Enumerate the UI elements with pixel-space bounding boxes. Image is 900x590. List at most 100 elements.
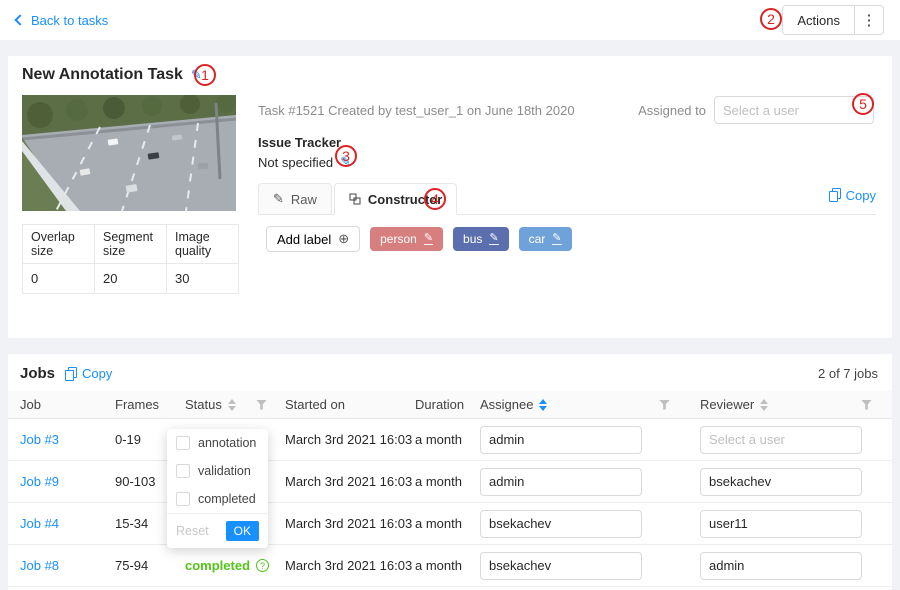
jobs-title: Jobs	[20, 365, 55, 382]
status-filter-icon[interactable]	[256, 400, 267, 410]
chevron-left-icon	[14, 14, 25, 25]
assignee-input[interactable]	[480, 510, 642, 538]
copy-label: Copy	[82, 366, 112, 381]
column-reviewer[interactable]: Reviewer	[700, 397, 880, 412]
labels-row: Add label ⊕ person ✎ bus ✎ car ✎	[266, 226, 572, 252]
filter-option-label: validation	[198, 464, 251, 478]
label-chip-name: person	[380, 232, 417, 246]
label-chip-name: bus	[463, 232, 482, 246]
column-job: Job	[20, 397, 115, 412]
label-chip-bus[interactable]: bus ✎	[453, 227, 509, 251]
labels-tabs-bar: ✎ Raw Constructor Copy	[258, 182, 876, 215]
tab-raw-label: Raw	[291, 192, 317, 207]
edit-label-icon[interactable]: ✎	[424, 233, 433, 245]
assignee-input[interactable]	[480, 552, 642, 580]
assignee-filter-icon[interactable]	[659, 400, 670, 410]
reviewer-input[interactable]	[700, 426, 862, 454]
jobs-card: Jobs Copy 2 of 7 jobs Job Frames Status …	[8, 354, 892, 590]
assigned-to-group: Assigned to	[638, 96, 874, 124]
duration-cell: a month	[415, 474, 480, 489]
table-row: Job #4 15-34 March 3rd 2021 16:03 a mont…	[8, 503, 892, 545]
reviewer-input[interactable]	[700, 552, 862, 580]
actions-button-group[interactable]: Actions ⋮	[782, 5, 884, 35]
assignee-sorter-icon[interactable]	[539, 399, 547, 411]
filter-option-annotation[interactable]: annotation	[167, 429, 268, 457]
image-quality-header: Image quality	[167, 225, 239, 264]
label-chip-name: car	[529, 232, 546, 246]
back-to-tasks-link[interactable]: Back to tasks	[16, 13, 108, 28]
edit-label-icon[interactable]: ✎	[489, 233, 498, 245]
column-started-on: Started on	[285, 397, 415, 412]
label-chip-car[interactable]: car ✎	[519, 227, 572, 251]
column-assignee-label: Assignee	[480, 397, 533, 412]
plus-circle-icon: ⊕	[338, 231, 349, 247]
actions-button[interactable]: Actions	[783, 13, 854, 28]
annotation-marker-2: 2	[760, 8, 782, 30]
assignee-cell	[480, 468, 700, 496]
filter-ok-button[interactable]: OK	[226, 521, 259, 541]
job-link[interactable]: Job #3	[20, 432, 115, 447]
reviewer-input[interactable]	[700, 468, 862, 496]
copy-label: Copy	[846, 188, 876, 203]
road-scene-illustration	[22, 95, 236, 211]
reviewer-cell	[700, 510, 880, 538]
segment-size-value: 20	[95, 264, 167, 294]
copy-jobs-link[interactable]: Copy	[65, 366, 112, 381]
question-circle-icon[interactable]: ?	[256, 559, 269, 572]
job-link[interactable]: Job #8	[20, 558, 115, 573]
more-menu-icon[interactable]: ⋮	[855, 11, 883, 29]
reviewer-cell	[700, 426, 880, 454]
label-chip-person[interactable]: person ✎	[370, 227, 443, 251]
column-status[interactable]: Status	[185, 397, 285, 412]
table-row: Job #8 75-94 completed ? March 3rd 2021 …	[8, 545, 892, 587]
checkbox-unchecked[interactable]	[176, 436, 190, 450]
task-page: Back to tasks Actions ⋮ New Annotation T…	[0, 0, 900, 590]
filter-option-label: annotation	[198, 436, 256, 450]
duration-cell: a month	[415, 558, 480, 573]
status-cell: completed ?	[185, 558, 285, 573]
task-assignee-input[interactable]	[714, 96, 874, 124]
status-text: completed	[185, 558, 250, 573]
tab-raw[interactable]: ✎ Raw	[258, 183, 332, 215]
duration-cell: a month	[415, 432, 480, 447]
pencil-icon: ✎	[273, 191, 284, 207]
column-frames: Frames	[115, 397, 185, 412]
column-assignee[interactable]: Assignee	[480, 397, 700, 412]
assignee-input[interactable]	[480, 468, 642, 496]
jobs-title-row: Jobs Copy 2 of 7 jobs	[8, 354, 892, 391]
params-value-row: 0 20 30	[23, 264, 239, 294]
overlap-size-header: Overlap size	[23, 225, 95, 264]
reviewer-cell	[700, 552, 880, 580]
task-title-row: New Annotation Task ✎	[22, 66, 202, 84]
assignee-input[interactable]	[480, 426, 642, 454]
reviewer-cell	[700, 468, 880, 496]
params-header-row: Overlap size Segment size Image quality	[23, 225, 239, 264]
task-details-card: New Annotation Task ✎	[8, 56, 892, 338]
task-meta-row: Task #1521 Created by test_user_1 on Jun…	[258, 96, 874, 124]
filter-option-validation[interactable]: validation	[167, 457, 268, 485]
started-cell: March 3rd 2021 16:03	[285, 558, 415, 573]
checkbox-unchecked[interactable]	[176, 464, 190, 478]
edit-label-icon[interactable]: ✎	[552, 233, 561, 245]
assignee-cell	[480, 426, 700, 454]
frames-cell: 75-94	[115, 558, 185, 573]
reviewer-filter-icon[interactable]	[861, 400, 872, 410]
filter-reset-button[interactable]: Reset	[176, 524, 209, 538]
duration-cell: a month	[415, 516, 480, 531]
task-title: New Annotation Task	[22, 66, 183, 84]
annotation-marker-4: 4	[424, 188, 446, 210]
overlap-size-value: 0	[23, 264, 95, 294]
assignee-cell	[480, 552, 700, 580]
started-cell: March 3rd 2021 16:03	[285, 432, 415, 447]
table-row: Job #9 90-103 March 3rd 2021 16:03 a mon…	[8, 461, 892, 503]
annotation-marker-5: 5	[852, 93, 874, 115]
copy-labels-link[interactable]: Copy	[829, 188, 876, 203]
job-link[interactable]: Job #4	[20, 516, 115, 531]
add-label-button[interactable]: Add label ⊕	[266, 226, 360, 252]
status-sorter-icon[interactable]	[228, 399, 236, 411]
job-link[interactable]: Job #9	[20, 474, 115, 489]
checkbox-unchecked[interactable]	[176, 492, 190, 506]
filter-option-completed[interactable]: completed	[167, 485, 268, 513]
reviewer-sorter-icon[interactable]	[760, 399, 768, 411]
reviewer-input[interactable]	[700, 510, 862, 538]
